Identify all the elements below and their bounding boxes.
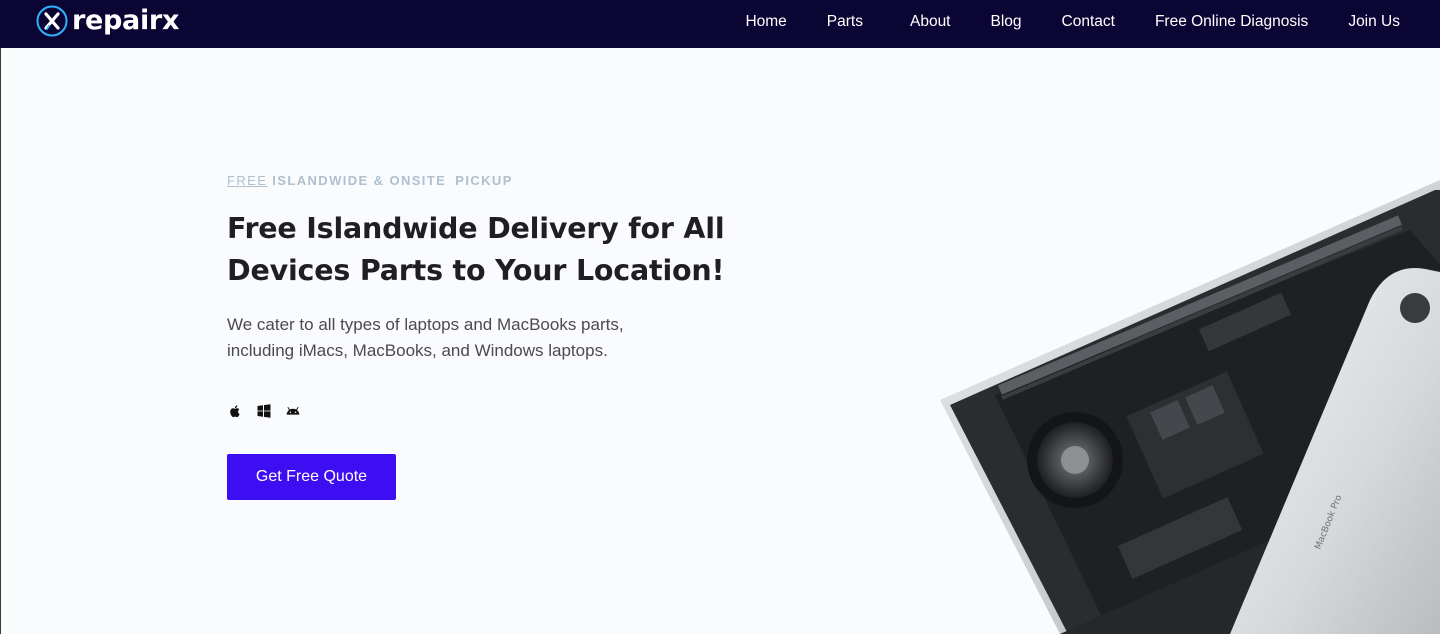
site-logo[interactable]: repairx <box>36 5 179 37</box>
page-frame-border <box>0 48 1 634</box>
hero-description: We cater to all types of laptops and Mac… <box>227 312 697 364</box>
top-navbar: repairx Home Parts About Blog Contact Fr… <box>0 0 1440 48</box>
nav-link-free-online-diagnosis[interactable]: Free Online Diagnosis <box>1155 13 1308 31</box>
nav-link-blog[interactable]: Blog <box>991 13 1022 31</box>
nav-link-parts[interactable]: Parts <box>827 13 863 31</box>
apple-icon <box>230 405 240 418</box>
laptop-internals-image: MacBook Pro <box>940 180 1440 634</box>
hero-title: Free Islandwide Delivery for All Devices… <box>227 208 747 292</box>
tagline-islandwide: ISLANDWIDE & ONSITE <box>272 173 447 188</box>
hero-description-line-1: We cater to all types of laptops and Mac… <box>227 315 624 334</box>
os-icons <box>227 403 314 419</box>
nav-link-contact[interactable]: Contact <box>1062 13 1115 31</box>
hero-title-line-2: Devices Parts to Your Location! <box>227 254 725 287</box>
tagline-pickup: PICKUP <box>455 173 513 188</box>
nav-link-join-us[interactable]: Join Us <box>1348 13 1400 31</box>
repairx-logo-icon <box>36 5 68 37</box>
hero-description-line-2: including iMacs, MacBooks, and Windows l… <box>227 341 608 360</box>
hero-tagline: FREE ISLANDWIDE & ONSITE PICKUP <box>227 173 513 188</box>
hero-title-line-1: Free Islandwide Delivery for All <box>227 212 725 245</box>
android-icon <box>286 407 300 415</box>
tagline-free: FREE <box>227 173 268 188</box>
logo-wordmark: repairx <box>72 5 180 36</box>
windows-icon <box>257 404 271 418</box>
nav-link-about[interactable]: About <box>910 13 951 31</box>
main-navigation: Home Parts About Blog Contact Free Onlin… <box>705 0 1400 44</box>
nav-link-home[interactable]: Home <box>745 13 786 31</box>
get-free-quote-button[interactable]: Get Free Quote <box>227 454 396 500</box>
